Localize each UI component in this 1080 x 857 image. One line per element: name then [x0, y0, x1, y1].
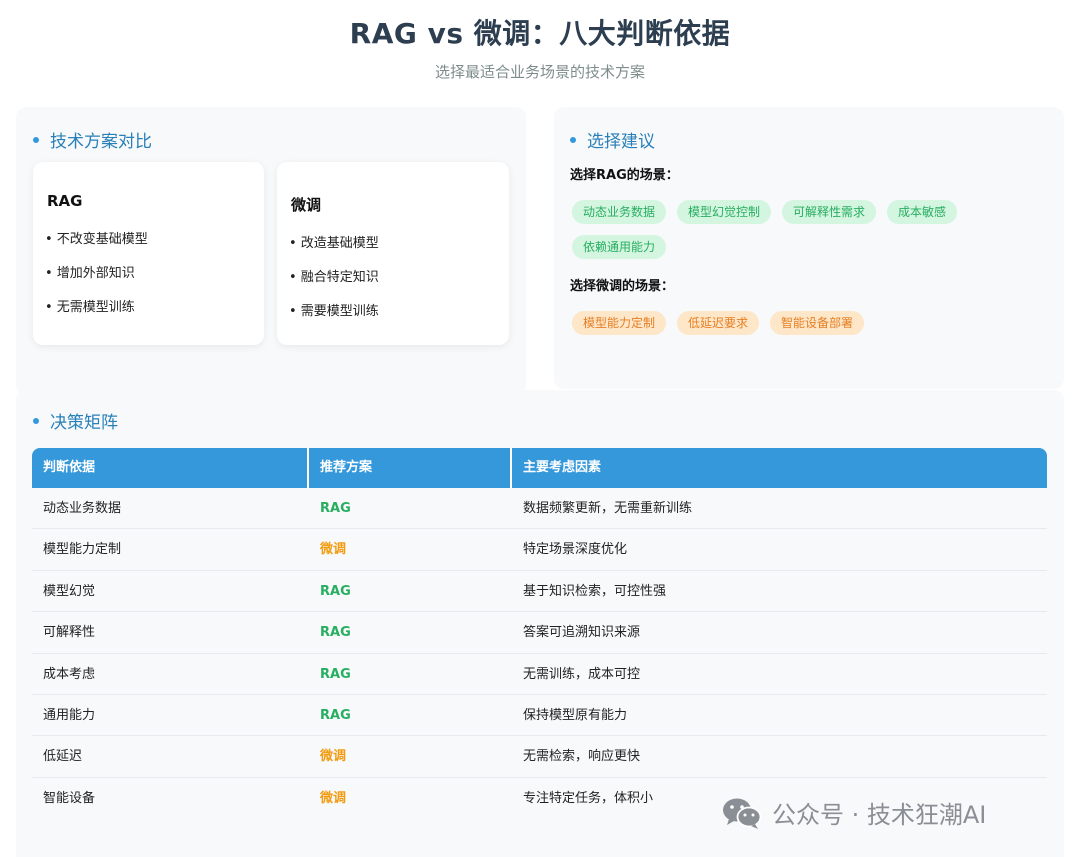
finetune-scenario-tag: 低延迟要求	[677, 311, 760, 335]
comparison-panel: 技术方案对比 RAG • 不改变基础模型 • 增加外部知识 • 无需模型训练 微…	[16, 107, 526, 395]
rag-scenario-tag: 可解释性需求	[782, 200, 877, 224]
cell-plan: RAG	[320, 666, 351, 682]
comparison-heading-text: 技术方案对比	[50, 132, 152, 152]
rag-card-item: • 增加外部知识	[45, 266, 135, 281]
bullet-dot-icon	[33, 136, 39, 143]
cell-basis: 动态业务数据	[43, 501, 122, 516]
decision-matrix-table: 判断依据 推荐方案 主要考虑因素 动态业务数据 RAG 数据频繁更新，无需重新训…	[32, 448, 1047, 819]
rag-scenario-tag: 依赖通用能力	[572, 235, 667, 259]
wechat-icon	[722, 796, 762, 830]
table-row: 低延迟 微调 无需检索，响应更快	[32, 736, 1047, 778]
cell-reason: 特定场景深度优化	[523, 542, 628, 558]
table-row: 模型能力定制 微调 特定场景深度优化	[32, 529, 1047, 571]
rag-scenarios-label: 选择RAG的场景：	[570, 168, 679, 183]
finetune-card-item: • 融合特定知识	[289, 270, 379, 285]
finetune-scenario-tag: 智能设备部署	[770, 311, 865, 335]
cell-plan: RAG	[320, 583, 351, 599]
suggestions-panel: 选择建议 选择RAG的场景： 动态业务数据 模型幻觉控制 可解释性需求 成本敏感…	[554, 107, 1064, 389]
column-header-reason: 主要考虑因素	[523, 460, 602, 475]
table-row: 动态业务数据 RAG 数据频繁更新，无需重新训练	[32, 488, 1047, 530]
finetune-card-item: • 改造基础模型	[289, 236, 379, 251]
table-row: 通用能力 RAG 保持模型原有能力	[32, 695, 1047, 737]
cell-plan: RAG	[320, 501, 351, 516]
cell-basis: 通用能力	[43, 707, 96, 723]
table-header: 判断依据 推荐方案 主要考虑因素	[32, 448, 1047, 488]
suggestions-heading-text: 选择建议	[587, 132, 655, 152]
rag-card-item: • 无需模型训练	[45, 300, 135, 315]
column-header-basis: 判断依据	[32, 448, 309, 488]
cell-reason: 保持模型原有能力	[523, 707, 628, 723]
finetune-scenario-tag: 模型能力定制	[572, 311, 667, 335]
cell-plan: 微调	[320, 749, 347, 765]
finetune-scenarios-label: 选择微调的场景：	[570, 279, 675, 294]
cell-plan: 微调	[320, 542, 347, 558]
cell-basis: 可解释性	[43, 625, 96, 641]
cell-plan: RAG	[320, 707, 351, 723]
watermark-text: 公众号 · 技术狂潮AI	[772, 801, 987, 829]
finetune-card: 微调 • 改造基础模型 • 融合特定知识 • 需要模型训练	[277, 162, 509, 345]
suggestions-heading: 选择建议	[570, 127, 655, 152]
cell-reason: 无需训练，成本可控	[523, 666, 641, 682]
cell-reason: 数据频繁更新，无需重新训练	[523, 501, 693, 516]
column-header-plan: 推荐方案	[309, 448, 512, 488]
watermark: 公众号 · 技术狂潮AI	[722, 795, 986, 830]
cell-basis: 成本考虑	[43, 666, 96, 682]
rag-scenario-tags: 动态业务数据 模型幻觉控制 可解释性需求 成本敏感 依赖通用能力	[572, 200, 972, 259]
table-row: 模型幻觉 RAG 基于知识检索，可控性强	[32, 571, 1047, 613]
cell-plan: RAG	[320, 625, 351, 641]
rag-scenario-tag: 成本敏感	[887, 200, 958, 224]
rag-card-title: RAG	[47, 192, 83, 210]
finetune-scenario-tags: 模型能力定制 低延迟要求 智能设备部署	[572, 311, 972, 335]
page-title: RAG vs 微调：八大判断依据	[349, 17, 731, 50]
cell-reason: 无需检索，响应更快	[523, 749, 641, 765]
matrix-heading: 决策矩阵	[33, 408, 118, 433]
table-row: 可解释性 RAG 答案可追溯知识来源	[32, 612, 1047, 654]
page-subtitle: 选择最适合业务场景的技术方案	[434, 63, 645, 81]
cell-basis: 智能设备	[43, 790, 96, 806]
finetune-card-title: 微调	[291, 196, 322, 214]
rag-scenario-tag: 模型幻觉控制	[677, 200, 772, 224]
cell-plan: 微调	[320, 790, 347, 806]
rag-card: RAG • 不改变基础模型 • 增加外部知识 • 无需模型训练	[33, 162, 264, 345]
cell-reason: 基于知识检索，可控性强	[523, 583, 667, 599]
cell-basis: 模型幻觉	[43, 583, 96, 599]
matrix-heading-text: 决策矩阵	[50, 413, 118, 433]
comparison-heading: 技术方案对比	[33, 127, 152, 152]
bullet-dot-icon	[570, 136, 576, 143]
table-row: 成本考虑 RAG 无需训练，成本可控	[32, 654, 1047, 695]
decision-matrix-panel: 决策矩阵 判断依据 推荐方案 主要考虑因素 动态业务数据 RAG 数据频繁更新，…	[16, 390, 1064, 857]
cell-reason: 答案可追溯知识来源	[523, 625, 641, 641]
cell-basis: 模型能力定制	[43, 542, 122, 558]
bullet-dot-icon	[33, 417, 39, 424]
cell-basis: 低延迟	[43, 749, 83, 765]
finetune-card-item: • 需要模型训练	[289, 304, 379, 319]
rag-card-item: • 不改变基础模型	[45, 232, 148, 247]
rag-scenario-tag: 动态业务数据	[572, 200, 667, 224]
